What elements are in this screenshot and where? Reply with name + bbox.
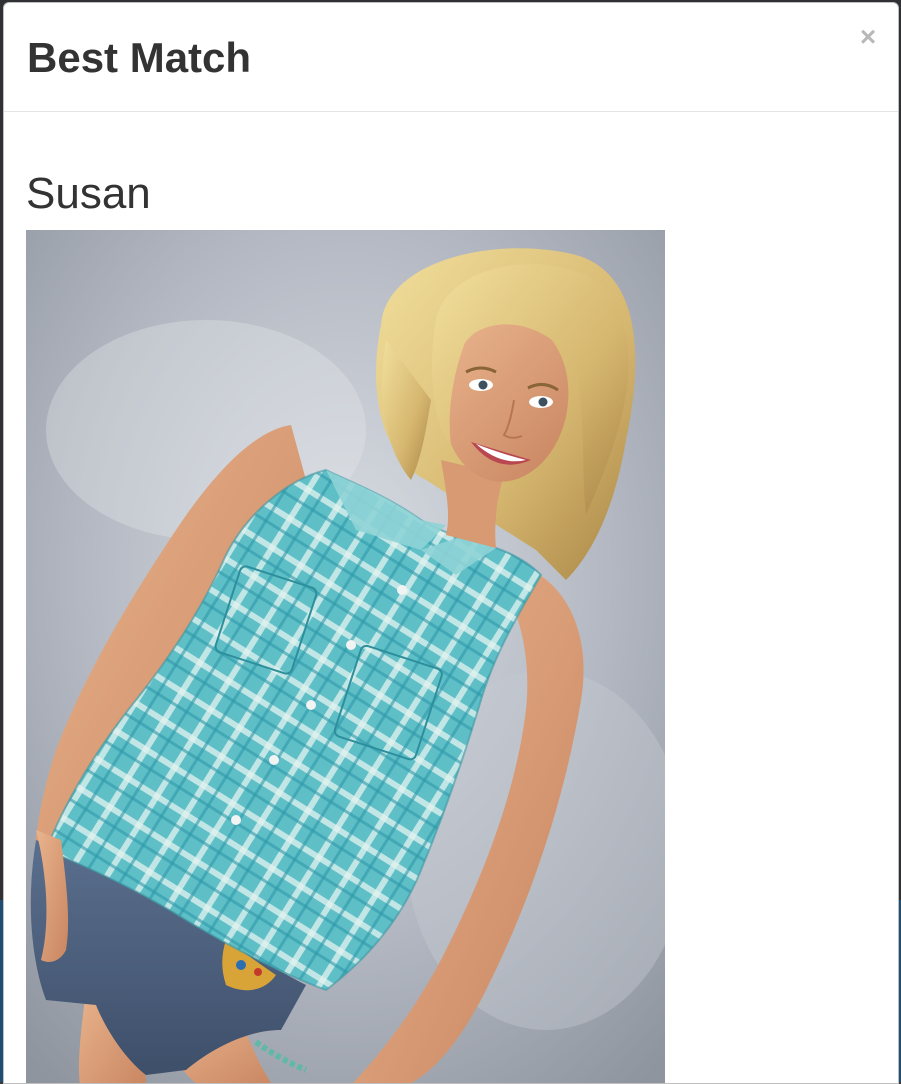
match-photo bbox=[26, 230, 665, 1083]
modal-title: Best Match bbox=[27, 34, 252, 81]
best-match-modal: Best Match × Susan bbox=[3, 2, 899, 1084]
match-name: Susan bbox=[26, 169, 151, 218]
close-button[interactable]: × bbox=[856, 23, 880, 51]
modal-header: Best Match × bbox=[4, 3, 898, 112]
